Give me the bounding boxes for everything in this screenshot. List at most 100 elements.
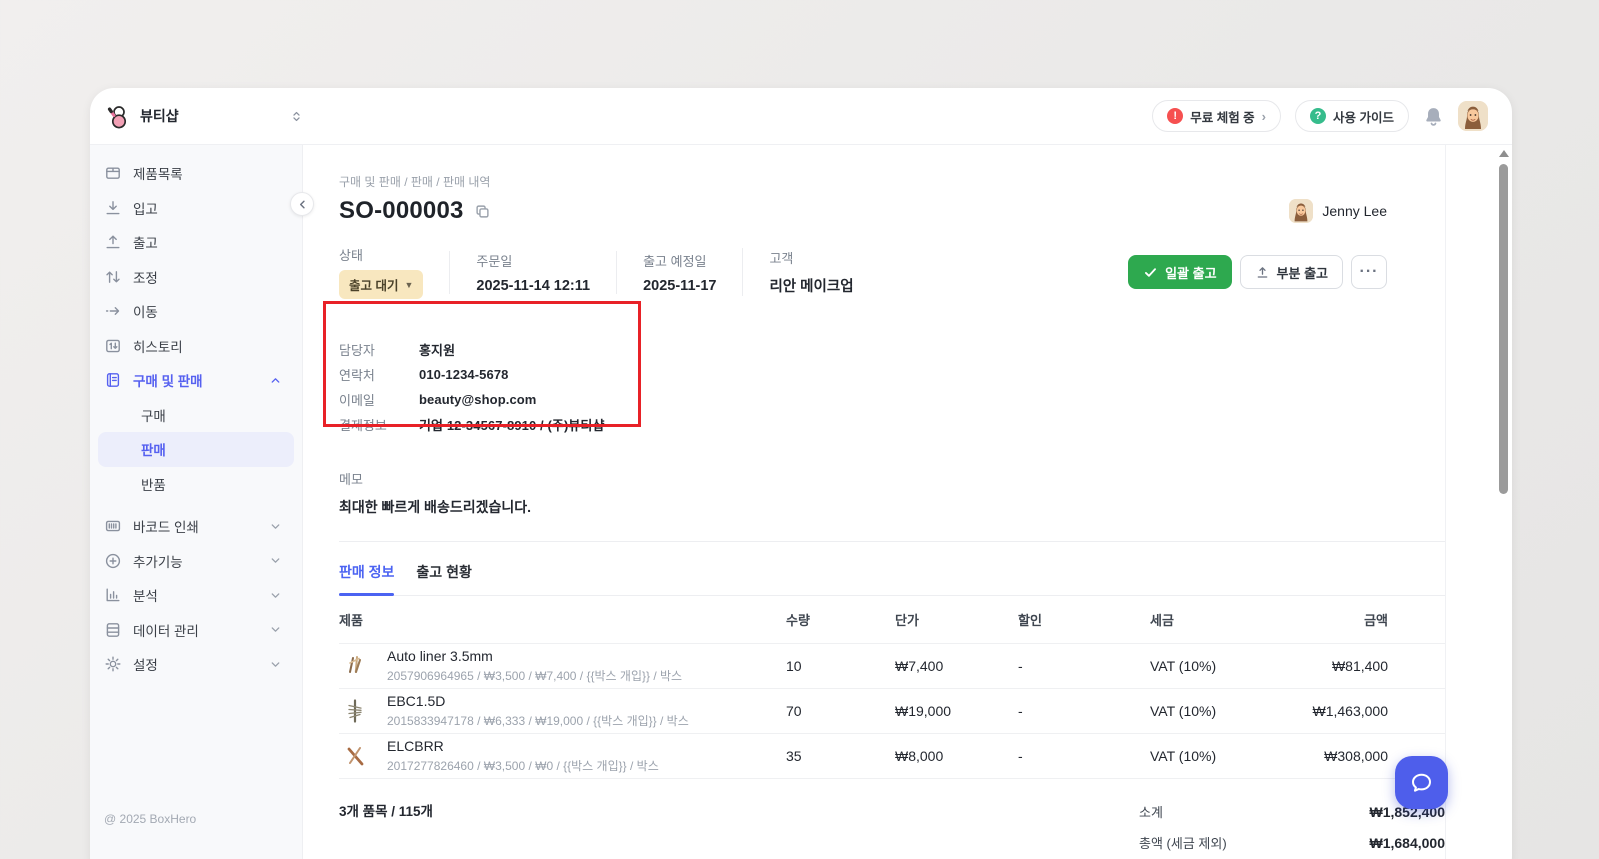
assignee-name: Jenny Lee <box>1322 203 1387 219</box>
sidebar-item-9[interactable]: 분석 <box>90 578 302 613</box>
arrow-up-tray-icon <box>104 233 122 251</box>
product-thumbnail <box>339 695 371 727</box>
partial-ship-label: 부분 출고 <box>1277 263 1328 282</box>
meta-2: 출고 예정일2025-11-17 <box>616 251 742 294</box>
free-trial-label: 무료 체험 중 <box>1190 107 1254 126</box>
scrollbar-thumb[interactable] <box>1499 164 1508 494</box>
sidebar: 제품목록입고출고조정이동히스토리구매 및 판매구매판매반품바코드 인쇄추가기능분… <box>90 145 303 859</box>
contact-label: 연락처 <box>339 365 419 384</box>
contact-value: 홍지원 <box>419 340 455 359</box>
unit-price-cell: ₩19,000 <box>895 703 1018 719</box>
free-trial-button[interactable]: ! 무료 체험 중 › <box>1152 100 1281 132</box>
sidebar-item-11[interactable]: 설정 <box>90 647 302 682</box>
product-name: Auto liner 3.5mm <box>387 648 682 664</box>
sidebar-item-label: 바코드 인쇄 <box>133 516 199 536</box>
sidebar-item-label: 히스토리 <box>133 336 183 356</box>
memo-text: 최대한 빠르게 배송드리겠습니다. <box>339 497 1387 517</box>
partial-ship-button[interactable]: 부분 출고 <box>1240 255 1343 289</box>
workspace-switcher[interactable]: 뷰티샵 <box>104 103 303 130</box>
sidebar-item-3[interactable]: 조정 <box>90 260 302 295</box>
scrollbar <box>1498 150 1508 859</box>
sidebar-item-label: 출고 <box>133 232 158 252</box>
notification-bell-icon[interactable] <box>1423 106 1444 127</box>
copy-icon[interactable] <box>474 203 491 220</box>
more-actions-button[interactable]: ··· <box>1351 255 1387 289</box>
topbar: 뷰티샵 ! 무료 체험 중 › ? 사용 가이드 <box>90 88 1512 145</box>
sidebar-item-10[interactable]: 데이터 관리 <box>90 613 302 648</box>
tab-0[interactable]: 판매 정보 <box>339 562 394 595</box>
sidebar-item-label: 구매 및 판매 <box>133 370 203 390</box>
plus-circle-icon <box>104 552 122 570</box>
column-header: 금액 <box>1259 610 1388 629</box>
sidebar-subitem-6-1[interactable]: 판매 <box>98 432 294 467</box>
table-footer: 3개 품목 / 115개 소계₩1,852,400총액 (세금 제외)₩1,68… <box>339 796 1445 858</box>
scroll-up-arrow[interactable] <box>1499 150 1509 157</box>
sidebar-item-5[interactable]: 히스토리 <box>90 329 302 364</box>
chevron-down-icon <box>269 623 282 636</box>
bulk-ship-button[interactable]: 일괄 출고 <box>1128 255 1231 289</box>
sidebar-item-6[interactable]: 구매 및 판매 <box>90 363 302 398</box>
user-avatar[interactable] <box>1458 101 1488 131</box>
qty-cell: 10 <box>786 658 895 674</box>
meta-1: 주문일2025-11-14 12:11 <box>449 251 616 294</box>
sidebar-item-label: 이동 <box>133 301 158 321</box>
chevron-down-icon <box>269 520 282 533</box>
contact-label: 이메일 <box>339 390 419 409</box>
assignee[interactable]: Jenny Lee <box>1289 199 1387 223</box>
sidebar-item-0[interactable]: 제품목록 <box>90 156 302 191</box>
amount-cell: ₩308,000 <box>1259 748 1388 764</box>
total-value: ₩1,684,000 <box>1370 835 1446 851</box>
table-row-0[interactable]: Auto liner 3.5mm2057906964965 / ₩3,500 /… <box>339 644 1445 689</box>
table-header: 제품수량단가할인세금금액 <box>339 596 1445 644</box>
table-row-1[interactable]: EBC1.5D2015833947178 / ₩6,333 / ₩19,000 … <box>339 689 1445 734</box>
bar-chart-icon <box>104 586 122 604</box>
sidebar-item-1[interactable]: 입고 <box>90 191 302 226</box>
amount-cell: ₩1,463,000 <box>1259 703 1388 719</box>
meta-label: 고객 <box>769 248 853 267</box>
discount-cell: - <box>1018 703 1150 719</box>
sidebar-item-2[interactable]: 출고 <box>90 225 302 260</box>
arrows-up-down-icon <box>104 268 122 286</box>
column-header: 제품 <box>339 610 786 629</box>
column-header: 세금 <box>1150 610 1259 629</box>
contact-row-0: 담당자홍지원 <box>339 337 1387 362</box>
tax-cell: VAT (10%) <box>1150 703 1259 719</box>
arrow-right-icon <box>104 302 122 320</box>
items-summary: 3개 품목 / 115개 <box>339 796 433 858</box>
question-icon: ? <box>1310 108 1326 124</box>
status-badge[interactable]: 출고 대기▼ <box>339 270 423 299</box>
sidebar-subitem-label: 구매 <box>141 405 166 425</box>
sidebar-subitem-6-0[interactable]: 구매 <box>98 398 294 433</box>
sidebar-item-8[interactable]: 추가기능 <box>90 544 302 579</box>
header-actions: 일괄 출고 부분 출고 ··· <box>1128 255 1387 289</box>
contact-row-3: 결제정보기업 12-34567-8910 / (주)뷰티샵 <box>339 412 1387 437</box>
sidebar-collapse-button[interactable] <box>290 192 314 216</box>
table-row-2[interactable]: ELCBRR2017277826460 / ₩3,500 / ₩0 / {{박스… <box>339 734 1445 779</box>
page: 뷰티샵 ! 무료 체험 중 › ? 사용 가이드 <box>0 0 1599 859</box>
ledger-icon <box>104 371 122 389</box>
product-name: EBC1.5D <box>387 693 689 709</box>
meta-0: 상태출고 대기▼ <box>339 245 449 299</box>
chevron-down-icon <box>269 589 282 602</box>
sidebar-subitem-6-2[interactable]: 반품 <box>98 467 294 502</box>
contact-label: 담당자 <box>339 340 419 359</box>
memo-label: 메모 <box>339 469 1387 488</box>
chat-support-button[interactable] <box>1395 756 1448 809</box>
contact-info: 담당자홍지원연락처010-1234-5678이메일beauty@shop.com… <box>339 337 1387 437</box>
sidebar-item-label: 데이터 관리 <box>133 620 199 640</box>
breadcrumb[interactable]: 구매 및 판매 / 판매 / 판매 내역 <box>339 173 1387 190</box>
tab-1[interactable]: 출고 현황 <box>416 562 471 595</box>
sidebar-item-label: 입고 <box>133 198 158 218</box>
line-items-table: 제품수량단가할인세금금액 Auto liner 3.5mm20579069649… <box>339 596 1445 858</box>
sidebar-item-label: 조정 <box>133 267 158 287</box>
sidebar-item-4[interactable]: 이동 <box>90 294 302 329</box>
meta-label: 출고 예정일 <box>643 251 716 270</box>
unit-price-cell: ₩7,400 <box>895 658 1018 674</box>
totals: 소계₩1,852,400총액 (세금 제외)₩1,684,000 <box>1139 796 1445 858</box>
check-icon <box>1143 265 1158 280</box>
contact-value: 기업 12-34567-8910 / (주)뷰티샵 <box>419 415 605 434</box>
contact-row-1: 연락처010-1234-5678 <box>339 362 1387 387</box>
sidebar-item-7[interactable]: 바코드 인쇄 <box>90 509 302 544</box>
user-guide-button[interactable]: ? 사용 가이드 <box>1295 100 1409 132</box>
meta-label: 주문일 <box>476 251 590 270</box>
